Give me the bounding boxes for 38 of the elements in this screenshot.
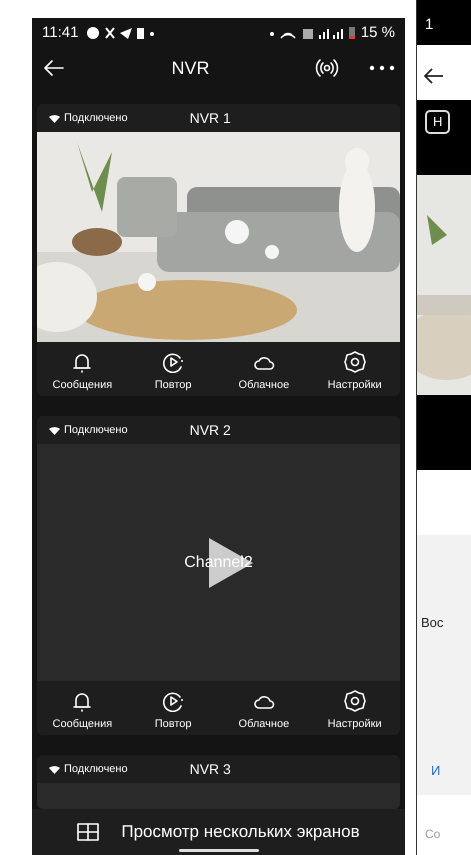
back-icon	[424, 66, 444, 85]
grid-icon	[77, 822, 100, 841]
replay-icon	[162, 690, 184, 712]
notification-icons-drawing	[86, 26, 156, 40]
settings-icon	[344, 690, 366, 712]
restore-text: Вос	[421, 614, 444, 632]
footer-text: Со	[425, 827, 440, 841]
more-icon[interactable]	[369, 65, 395, 72]
multi-screen-button[interactable]: Просмотр нескольких экранов	[32, 808, 405, 855]
action-button[interactable]: Настройки	[309, 350, 400, 394]
device-name: NVR 3	[190, 760, 231, 779]
link[interactable]: И	[431, 760, 471, 780]
connection-status: Подключено	[64, 110, 128, 126]
action-button[interactable]: Повтор	[128, 689, 218, 734]
status-time: 1	[425, 16, 434, 33]
status-time: 11:41	[42, 22, 78, 43]
replay-icon	[162, 351, 184, 373]
back-icon	[43, 59, 65, 78]
device-name: NVR 2	[190, 420, 231, 440]
mode-tag: Н	[425, 110, 450, 134]
wifi-icon	[49, 764, 60, 774]
bell-icon	[71, 690, 94, 712]
page-title: NVR	[170, 56, 210, 80]
action-button[interactable]: Повтор	[128, 350, 218, 394]
broadcast-icon[interactable]	[315, 58, 339, 78]
bell-icon	[71, 351, 94, 373]
action-button[interactable]: Настройки	[309, 689, 400, 734]
action-button[interactable]: Облачное	[218, 350, 310, 394]
settings-icon	[344, 351, 366, 373]
battery-level: 15 %	[360, 22, 395, 43]
wifi-icon	[49, 426, 60, 435]
action-button[interactable]: Сообщения	[37, 350, 128, 394]
connection-status: Подключено	[64, 423, 128, 438]
wifi-icon	[49, 114, 60, 122]
device-name: NVR 1	[190, 108, 231, 128]
action-button[interactable]: Облачное	[218, 689, 310, 734]
action-button[interactable]: Сообщения	[37, 689, 128, 734]
connection-status: Подключено	[64, 762, 128, 778]
